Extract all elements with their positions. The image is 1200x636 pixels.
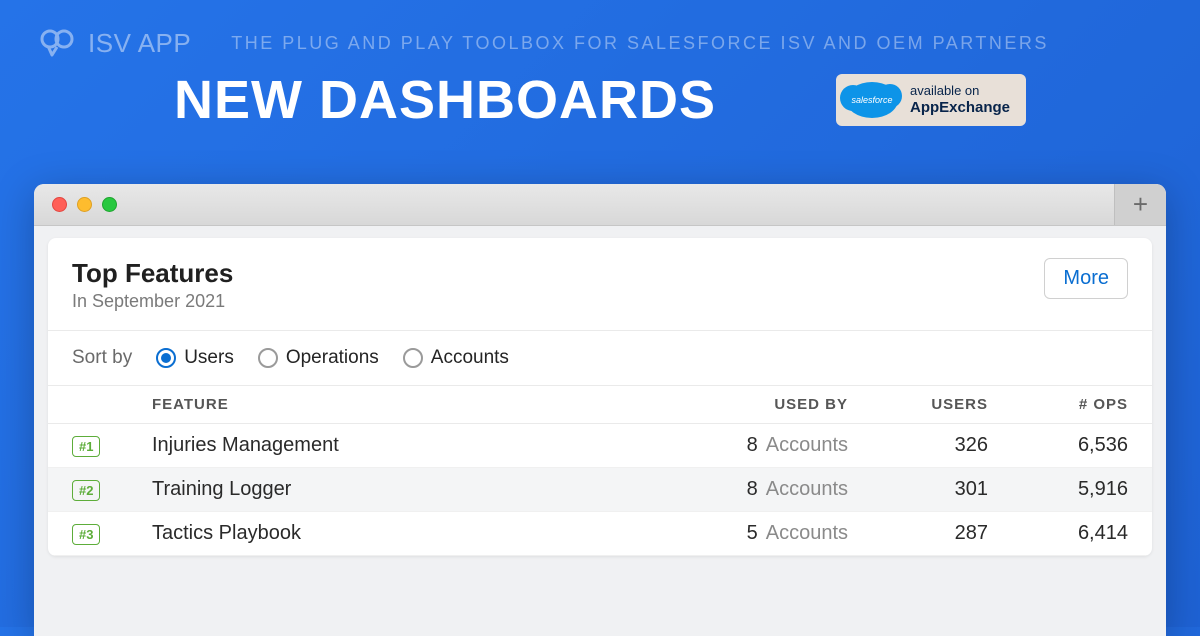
feature-name: Injuries Management xyxy=(152,434,698,457)
radio-icon xyxy=(403,348,423,368)
content-area: Top Features In September 2021 More Sort… xyxy=(34,226,1166,636)
minimize-icon[interactable] xyxy=(77,197,92,212)
logo-text: ISV APP xyxy=(88,28,191,59)
close-icon[interactable] xyxy=(52,197,67,212)
logo: ISV APP xyxy=(40,28,191,59)
table-row: #1 Injuries Management 8 Accounts 326 6,… xyxy=(48,424,1152,468)
hero-row: NEW DASHBOARDS salesforce available on A… xyxy=(0,69,1200,131)
feature-name: Tactics Playbook xyxy=(152,522,698,545)
rank-badge: #2 xyxy=(72,480,100,501)
table-header: FEATURE USED BY USERS # OPS xyxy=(48,385,1152,424)
window-titlebar: + xyxy=(34,184,1166,226)
new-tab-button[interactable]: + xyxy=(1114,184,1166,225)
users-cell: 326 xyxy=(848,434,988,457)
used-by-cell: 5 Accounts xyxy=(698,522,848,545)
ops-cell: 5,916 xyxy=(988,478,1128,501)
col-feature: FEATURE xyxy=(152,396,698,413)
table-row: #2 Training Logger 8 Accounts 301 5,916 xyxy=(48,468,1152,512)
card-header: Top Features In September 2021 More xyxy=(48,238,1152,331)
appexchange-badge[interactable]: salesforce available on AppExchange xyxy=(836,74,1026,126)
feature-name: Training Logger xyxy=(152,478,698,501)
table-row: #3 Tactics Playbook 5 Accounts 287 6,414 xyxy=(48,512,1152,556)
sort-option-accounts[interactable]: Accounts xyxy=(403,347,509,369)
hero-title: NEW DASHBOARDS xyxy=(174,69,716,131)
logo-icon xyxy=(40,29,78,59)
salesforce-cloud-icon: salesforce xyxy=(846,82,898,118)
top-bar: ISV APP THE PLUG AND PLAY TOOLBOX FOR SA… xyxy=(0,0,1200,59)
rank-badge: #3 xyxy=(72,524,100,545)
col-users: USERS xyxy=(848,396,988,413)
rank-badge: #1 xyxy=(72,436,100,457)
sort-row: Sort by Users Operations Accounts xyxy=(48,331,1152,385)
appexchange-text: available on AppExchange xyxy=(910,84,1010,116)
traffic-lights xyxy=(52,197,117,212)
radio-selected-icon xyxy=(156,348,176,368)
more-button[interactable]: More xyxy=(1044,258,1128,299)
sort-label: Sort by xyxy=(72,347,132,369)
ops-cell: 6,536 xyxy=(988,434,1128,457)
card-title: Top Features xyxy=(72,258,233,289)
tagline: THE PLUG AND PLAY TOOLBOX FOR SALESFORCE… xyxy=(231,33,1049,54)
col-used-by: USED BY xyxy=(698,396,848,413)
radio-icon xyxy=(258,348,278,368)
col-ops: # OPS xyxy=(988,396,1128,413)
browser-window: + Top Features In September 2021 More So… xyxy=(34,184,1166,636)
card-subtitle: In September 2021 xyxy=(72,291,233,312)
sort-option-operations[interactable]: Operations xyxy=(258,347,379,369)
users-cell: 301 xyxy=(848,478,988,501)
sort-option-users[interactable]: Users xyxy=(156,347,234,369)
ops-cell: 6,414 xyxy=(988,522,1128,545)
used-by-cell: 8 Accounts xyxy=(698,434,848,457)
used-by-cell: 8 Accounts xyxy=(698,478,848,501)
top-features-card: Top Features In September 2021 More Sort… xyxy=(48,238,1152,556)
users-cell: 287 xyxy=(848,522,988,545)
maximize-icon[interactable] xyxy=(102,197,117,212)
